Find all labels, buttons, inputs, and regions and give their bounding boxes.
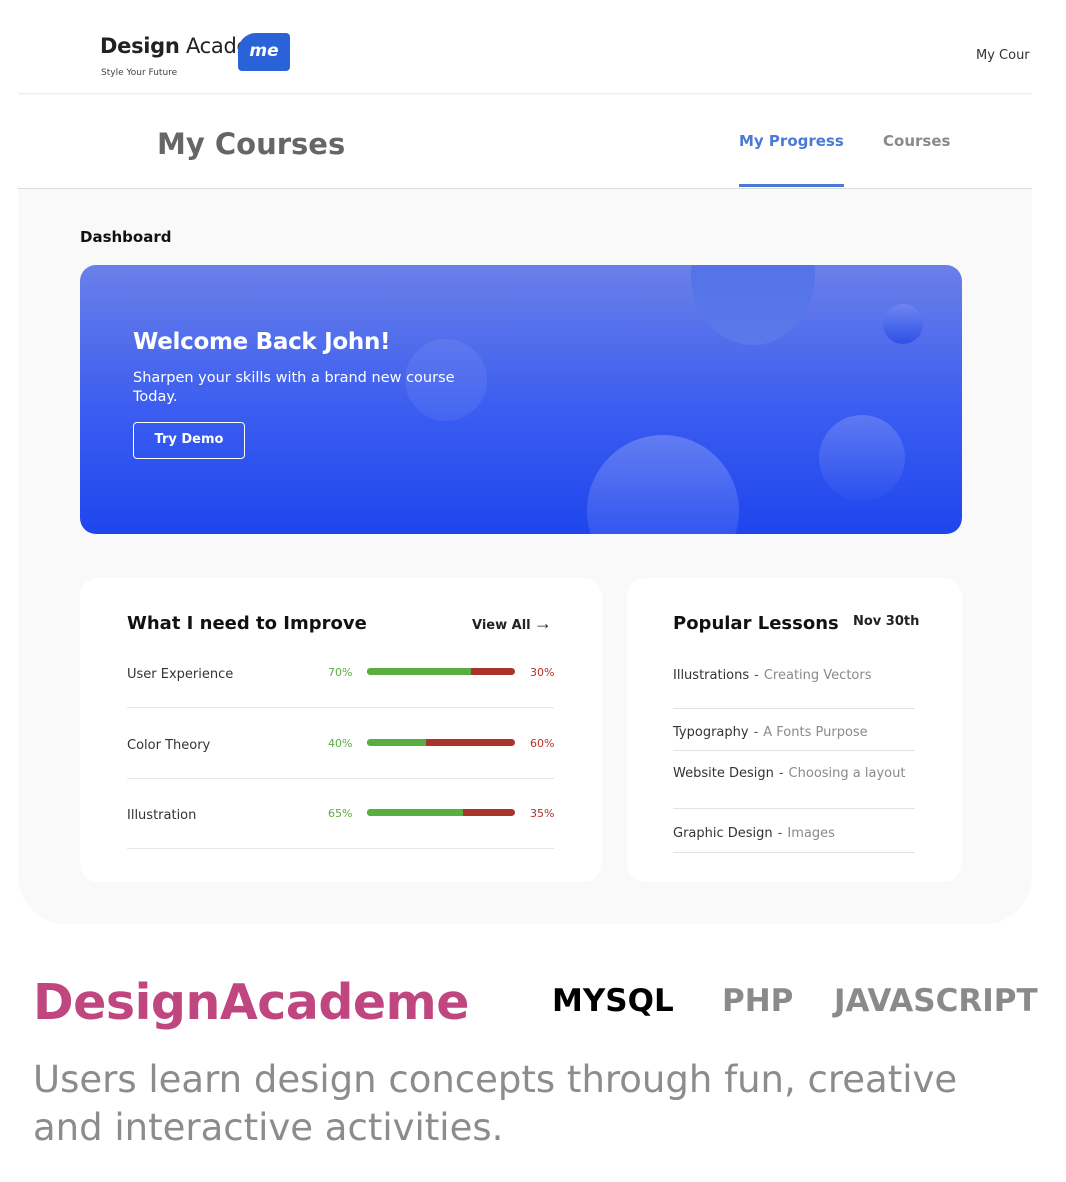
lessons-date: Nov 30th [853,614,920,629]
progress-good-percent: 65% [328,807,353,820]
progress-bar-fill [367,739,427,746]
decorative-circle [587,435,739,534]
progress-bar-fill [367,668,471,675]
lesson-separator: - [753,725,759,740]
lesson-item[interactable]: Website Design - Choosing a layout [673,764,915,809]
logo-wordmark: Design Acade [100,34,250,58]
arrow-right-icon[interactable]: → [534,613,552,634]
page-header: My Courses My Progress Courses [18,95,1032,189]
progress-label: User Experience [127,667,234,682]
improve-title: What I need to Improve [127,613,367,634]
top-bar: Design Acade me Style Your Future My Cou… [18,0,1032,94]
tab-my-progress[interactable]: My Progress [739,132,844,187]
progress-bar [367,668,515,675]
lesson-item[interactable]: Illustrations - Creating Vectors [673,664,915,709]
progress-row: User Experience 70% 30% [127,637,554,708]
lesson-separator: - [778,766,784,781]
lesson-name: Graphic Design [673,826,773,841]
lesson-name: Website Design [673,766,774,781]
lesson-separator: - [754,668,759,683]
welcome-banner: Welcome Back John! Sharpen your skills w… [80,265,962,534]
tech-tag-php: PHP [722,983,794,1019]
progress-bad-percent: 35% [530,807,555,820]
welcome-title: Welcome Back John! [133,329,391,355]
progress-bar [367,809,515,816]
tech-tag-mysql: MYSQL [552,983,674,1019]
progress-bar-fill [367,809,464,816]
progress-label: Illustration [127,808,197,823]
progress-bad-percent: 30% [530,666,555,679]
lesson-name: Illustrations [673,668,750,683]
lesson-topic: Choosing a layout [788,766,906,781]
improve-card: What I need to Improve View All → User E… [80,578,602,882]
app-screenshot: Design Acade me Style Your Future My Cou… [18,0,1032,924]
lesson-topic: A Fonts Purpose [763,725,868,740]
logo[interactable]: Design Acade me Style Your Future [100,33,290,78]
welcome-subtitle: Sharpen your skills with a brand new cou… [133,370,455,405]
progress-bad-percent: 60% [530,737,555,750]
lesson-item[interactable]: Graphic Design - Images [673,822,915,853]
progress-row: Illustration 65% 35% [127,778,554,849]
view-all-link[interactable]: View All [472,618,531,633]
lesson-item[interactable]: Typography - A Fonts Purpose [673,721,915,751]
progress-good-percent: 70% [328,666,353,679]
logo-badge: me [238,33,290,71]
top-nav-my-courses[interactable]: My Cour [976,48,1030,63]
progress-label: Color Theory [127,738,211,753]
decorative-circle [819,415,905,501]
page-title: My Courses [157,127,346,161]
decorative-circle [691,265,815,345]
progress-row: Color Theory 40% 60% [127,708,554,779]
progress-bar [367,739,515,746]
logo-tagline: Style Your Future [101,68,178,78]
lesson-separator: - [777,826,783,841]
progress-good-percent: 40% [328,737,353,750]
lesson-topic: Creating Vectors [763,668,872,683]
lesson-name: Typography [673,725,749,740]
popular-lessons-card: Popular Lessons Nov 30th Illustrations - C… [627,578,962,882]
decorative-circle [883,304,923,344]
try-demo-button[interactable]: Try Demo [133,422,245,459]
tab-courses[interactable]: Courses [883,132,950,150]
lesson-topic: Images [787,826,835,841]
tech-tag-javascript: JAVASCRIPT [834,983,1038,1019]
project-description: Users learn design concepts through fun,… [33,1058,958,1149]
popular-lessons-title: Popular Lessons [673,613,839,634]
dashboard-heading: Dashboard [80,228,172,246]
project-name: DesignAcademe [33,974,469,1031]
